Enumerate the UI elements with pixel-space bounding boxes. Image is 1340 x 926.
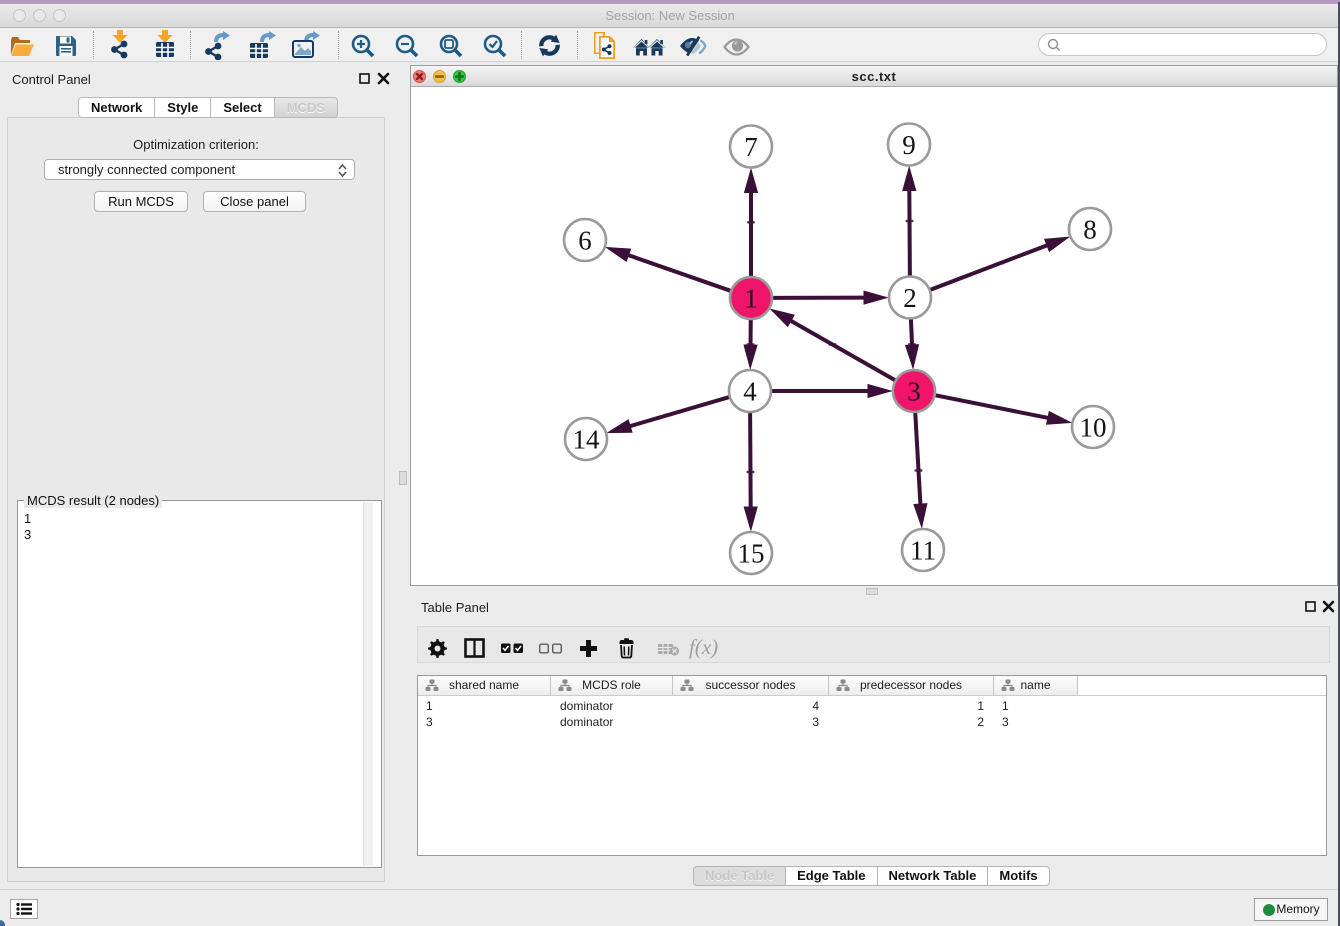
svg-text:7: 7 — [744, 132, 758, 162]
svg-text:3: 3 — [907, 377, 921, 407]
svg-text:2: 2 — [903, 283, 917, 313]
svg-text:14: 14 — [573, 425, 601, 455]
svg-text:15: 15 — [738, 539, 765, 569]
svg-text:11: 11 — [910, 536, 936, 566]
svg-text:1: 1 — [744, 284, 758, 314]
svg-text:6: 6 — [578, 226, 592, 256]
svg-text:4: 4 — [743, 377, 757, 407]
svg-text:10: 10 — [1080, 413, 1107, 443]
svg-text:9: 9 — [902, 130, 916, 160]
svg-text:8: 8 — [1083, 215, 1097, 245]
